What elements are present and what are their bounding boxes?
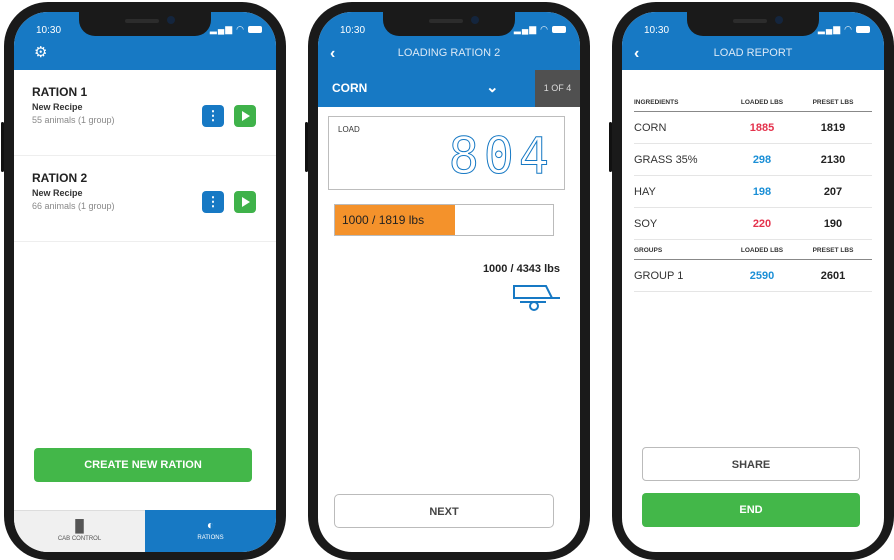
table-row: SOY 220 190 (634, 208, 872, 240)
vertical-dots-icon: ⋮ (206, 108, 220, 123)
status-time: 10:30 (340, 25, 366, 36)
signal-icon: ▂▄▆ (513, 24, 538, 34)
ingredient-name: CORN (332, 81, 368, 95)
tab-bar: ▐▌ CAB CONTROL ◐ RATIONS (14, 510, 276, 552)
loaded-value: 198 (752, 185, 772, 198)
ration-info: 55 animals (1 group) (32, 115, 115, 125)
group-name: GROUP 1 (634, 269, 684, 282)
battery-icon (552, 26, 566, 33)
status-time: 10:30 (36, 25, 62, 36)
table-row: GROUP 1 2590 2601 (634, 260, 872, 292)
header-ingredients: INGREDIENTS (634, 99, 679, 106)
notch (687, 12, 819, 36)
ingredient-progress-bar: 1000 / 1819 lbs (334, 204, 554, 236)
notch (383, 12, 515, 36)
ingredient-name: CORN (634, 121, 667, 134)
pie-chart-icon: ◐ (206, 518, 215, 532)
groups-header: GROUPS LOADED LBS PRESET LBS (634, 240, 872, 260)
status-icons: ▂▄▆ ◠ (210, 24, 262, 35)
ration-recipe: New Recipe (32, 102, 83, 112)
battery-icon (248, 26, 262, 33)
vertical-dots-icon: ⋮ (206, 194, 220, 209)
preset-value: 1819 (820, 121, 846, 134)
table-row: CORN 1885 1819 (634, 112, 872, 144)
ingredient-name: GRASS 35% (634, 153, 698, 166)
load-display: LOAD 804 (328, 116, 565, 190)
status-icons: ▂▄▆ ◠ (818, 24, 870, 35)
ration-title: RATION 2 (32, 171, 88, 185)
loaded-value: 2590 (749, 269, 775, 282)
battery-icon (856, 26, 870, 33)
loaded-value: 1885 (749, 121, 775, 134)
header-loaded: LOADED LBS (740, 247, 784, 254)
loading-screen: 10:30 ▂▄▆ ◠ ‹ LOADING RATION 2 CORN ⌄ 1 O… (318, 12, 580, 552)
header-preset: PRESET LBS (812, 99, 854, 106)
wifi-icon: ◠ (844, 24, 853, 34)
report-screen: 10:30 ▂▄▆ ◠ ‹ LOAD REPORT INGREDIENTS LOA… (622, 12, 884, 552)
preset-value: 207 (823, 185, 843, 198)
notch (79, 12, 211, 36)
header-groups: GROUPS (634, 247, 663, 254)
nav-row: ⚙ (14, 42, 276, 70)
rations-screen: 10:30 ▂▄▆ ◠ ⚙ RATION 1 New Recipe 55 anim… (14, 12, 276, 552)
ration-item[interactable]: RATION 2 New Recipe 66 animals (1 group)… (14, 156, 276, 242)
ration-recipe: New Recipe (32, 188, 83, 198)
status-time: 10:30 (644, 25, 670, 36)
progress-text: 1000 / 1819 lbs (342, 213, 425, 227)
next-button[interactable]: NEXT (334, 494, 554, 528)
ingredients-header: INGREDIENTS LOADED LBS PRESET LBS (634, 88, 872, 112)
wifi-icon: ◠ (236, 24, 245, 34)
page-title: LOADING RATION 2 (397, 47, 501, 59)
ingredient-name: HAY (634, 185, 656, 198)
header-preset: PRESET LBS (812, 247, 854, 254)
preset-value: 190 (823, 217, 843, 230)
load-label: LOAD (338, 125, 360, 134)
wifi-icon: ◠ (540, 24, 549, 34)
more-options-button[interactable]: ⋮ (202, 191, 224, 213)
nav-row: ‹ LOADING RATION 2 (318, 42, 580, 70)
table-row: GRASS 35% 298 2130 (634, 144, 872, 176)
ingredient-selector[interactable]: CORN ⌄ 1 OF 4 (318, 70, 580, 107)
ration-item[interactable]: RATION 1 New Recipe 55 animals (1 group)… (14, 70, 276, 156)
phone-report: 10:30 ▂▄▆ ◠ ‹ LOAD REPORT INGREDIENTS LOA… (609, 2, 894, 560)
play-button[interactable] (234, 105, 256, 127)
signal-icon: ▂▄▆ (209, 24, 234, 34)
loaded-value: 220 (752, 217, 772, 230)
ration-info: 66 animals (1 group) (32, 201, 115, 211)
chevron-down-icon[interactable]: ⌄ (486, 78, 499, 96)
phone-rations: 10:30 ▂▄▆ ◠ ⚙ RATION 1 New Recipe 55 anim… (1, 2, 286, 560)
trailer-icon (513, 285, 560, 311)
ration-title: RATION 1 (32, 85, 88, 99)
page-title: LOAD REPORT (713, 47, 793, 59)
tab-cab-control[interactable]: ▐▌ CAB CONTROL (14, 510, 145, 552)
tab-label: RATIONS (197, 535, 224, 541)
status-icons: ▂▄▆ ◠ (514, 24, 566, 35)
bar-chart-icon: ▐▌ (70, 519, 88, 533)
phone-loading: 10:30 ▂▄▆ ◠ ‹ LOADING RATION 2 CORN ⌄ 1 O… (305, 2, 590, 560)
preset-value: 2601 (820, 269, 846, 282)
preset-value: 2130 (820, 153, 846, 166)
gear-icon[interactable]: ⚙ (34, 43, 47, 61)
header-loaded: LOADED LBS (740, 99, 784, 106)
tab-rations[interactable]: ◐ RATIONS (145, 510, 276, 552)
create-new-ration-button[interactable]: CREATE NEW RATION (34, 448, 252, 482)
table-row: HAY 198 207 (634, 176, 872, 208)
end-button[interactable]: END (642, 493, 860, 527)
load-value: 804 (448, 127, 554, 186)
signal-icon: ▂▄▆ (817, 24, 842, 34)
tab-label: CAB CONTROL (57, 536, 102, 542)
play-button[interactable] (234, 191, 256, 213)
step-indicator: 1 OF 4 (535, 70, 580, 107)
more-options-button[interactable]: ⋮ (202, 105, 224, 127)
nav-row: ‹ LOAD REPORT (622, 42, 884, 70)
ingredient-name: SOY (634, 217, 658, 230)
share-button[interactable]: SHARE (642, 447, 860, 481)
total-load-text: 1000 / 4343 lbs (482, 263, 560, 275)
loaded-value: 298 (752, 153, 772, 166)
